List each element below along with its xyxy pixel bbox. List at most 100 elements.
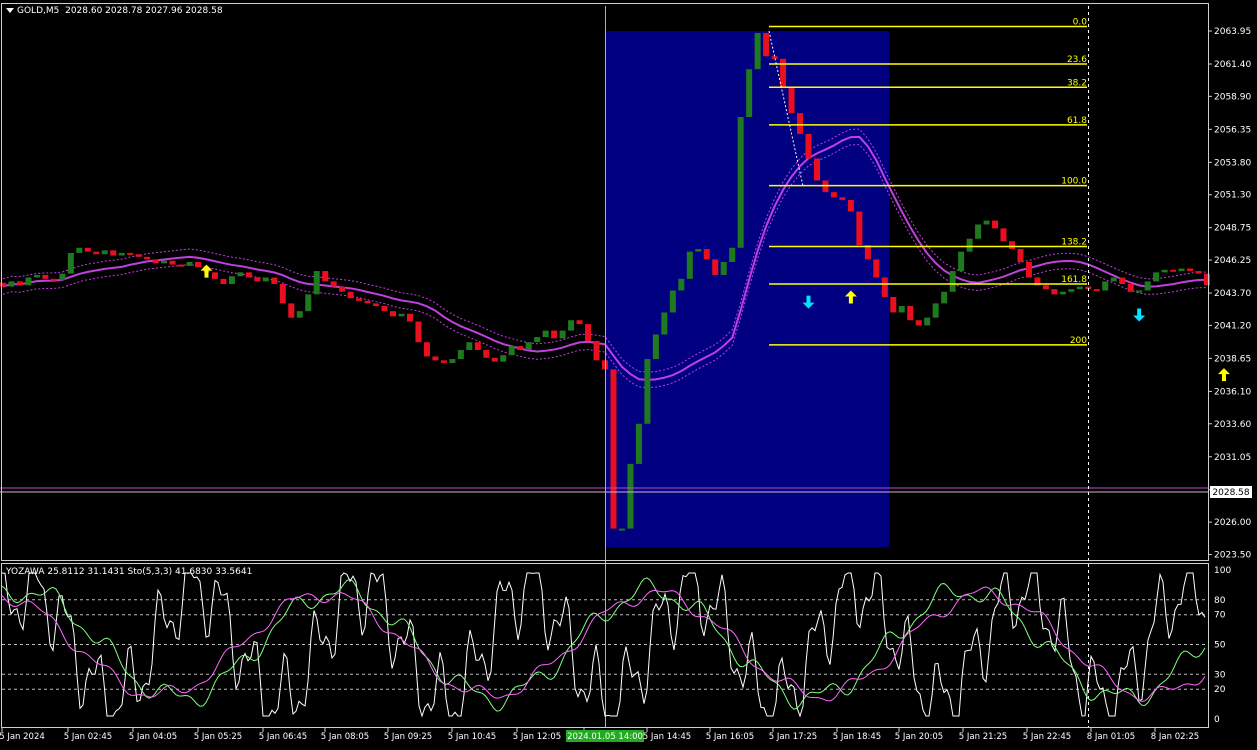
candle [992, 220, 999, 229]
candle [67, 252, 74, 274]
candle [1153, 272, 1160, 282]
price-tick-label: 2026.00 [1214, 518, 1251, 528]
candle [907, 306, 914, 321]
candle [525, 342, 532, 350]
candle [25, 277, 32, 286]
candle [1051, 289, 1058, 295]
candle [881, 277, 888, 297]
candle [195, 262, 202, 268]
candle [610, 369, 617, 529]
candle [169, 260, 176, 265]
candle [178, 264, 185, 267]
collapse-triangle-icon[interactable] [6, 8, 14, 13]
candle [135, 254, 142, 257]
candle [652, 334, 659, 360]
candle [440, 360, 447, 363]
candle [1144, 281, 1151, 291]
price-tick-label: 2051.30 [1214, 191, 1251, 201]
candle [347, 291, 354, 299]
candle [457, 350, 464, 360]
fib-level-label: 0.0 [1073, 17, 1088, 27]
candle [449, 359, 456, 363]
candle [339, 286, 346, 292]
candle [559, 330, 566, 339]
candle [568, 320, 575, 331]
candle [305, 294, 312, 312]
candle [678, 278, 685, 291]
candle [118, 252, 125, 256]
osc-level-label: 20 [1214, 685, 1226, 695]
trading-chart-window[interactable]: 0.0 23.6 38.2 61.8 100.0 138.2 161.8 200 2063.9… [0, 0, 1257, 746]
candle [788, 87, 795, 114]
candle [1025, 262, 1032, 278]
candle [228, 276, 235, 284]
price-tick-label: 2048.75 [1214, 224, 1251, 234]
candle [686, 251, 693, 279]
time-tick-label: 5 Jan 14:45 [643, 732, 691, 742]
price-tick-label: 2053.80 [1214, 158, 1251, 168]
osc-level-label: 30 [1214, 670, 1226, 680]
candle [898, 306, 905, 313]
candle [534, 337, 541, 343]
candle [42, 274, 49, 279]
price-chart[interactable]: 0.023.638.261.8100.0138.2161.8200 2063.9… [0, 0, 1257, 746]
fib-level-label: 100.0 [1061, 177, 1087, 187]
candle [398, 313, 405, 317]
time-tick-label: 5 Jan 08:05 [321, 732, 369, 742]
candle [695, 249, 702, 252]
candle [593, 340, 600, 361]
candle [915, 320, 922, 326]
candle [847, 199, 854, 212]
candle [1119, 277, 1126, 284]
candle [966, 238, 973, 252]
candle [254, 277, 261, 282]
candle [16, 281, 23, 286]
chart-header: GOLD,M5 2028.60 2028.78 2027.96 2028.58 [6, 6, 223, 16]
candle [635, 423, 642, 464]
candle [856, 211, 863, 246]
candle [237, 272, 244, 277]
price-tick-label: 2033.60 [1214, 420, 1251, 430]
time-tick-label: 5 Jan 20:05 [895, 732, 943, 742]
fib-level-label: 138.2 [1061, 237, 1087, 247]
osc-level-label: 80 [1214, 596, 1226, 606]
candle [0, 282, 6, 287]
candle [84, 247, 91, 252]
symbol-label: GOLD,M5 [17, 6, 60, 16]
candle [941, 291, 948, 304]
candle [576, 320, 583, 325]
fib-level-label: 61.8 [1067, 116, 1087, 126]
candle [110, 250, 117, 256]
time-tick-label: 5 Jan 22:45 [1023, 732, 1071, 742]
fib-level-label: 23.6 [1067, 55, 1087, 65]
candle [1008, 241, 1015, 250]
time-tick-label: 5 Jan 2024 [0, 732, 45, 742]
candle [1110, 277, 1117, 282]
candle [1076, 286, 1083, 290]
time-tick-label: 8 Jan 01:05 [1087, 732, 1135, 742]
price-tick-label: 2031.05 [1214, 453, 1251, 463]
time-tick-label: 5 Jan 05:25 [194, 732, 242, 742]
time-tick-label: 5 Jan 18:45 [833, 732, 881, 742]
candle [390, 311, 397, 317]
time-tick-label: 5 Jan 09:25 [384, 732, 432, 742]
candle [1017, 249, 1024, 262]
fib-level-label: 38.2 [1067, 78, 1087, 88]
candle [924, 317, 931, 326]
oscillator-values: YOZAWA 25.8112 31.1431 Sto(5,3,3) 41.683… [6, 567, 253, 577]
candle [839, 197, 846, 200]
candle [890, 296, 897, 313]
candle [958, 251, 965, 272]
time-tick-label: 5 Jan 16:05 [706, 732, 754, 742]
candle [59, 273, 66, 281]
candle [746, 69, 753, 118]
candle [703, 249, 710, 260]
candle [542, 330, 549, 338]
time-tick-label: 5 Jan 06:45 [259, 732, 307, 742]
candle [271, 277, 278, 284]
candle [101, 250, 108, 255]
candle [364, 300, 371, 304]
time-tick-label: 5 Jan 17:25 [769, 732, 817, 742]
candle [585, 324, 592, 341]
candle [33, 274, 40, 278]
